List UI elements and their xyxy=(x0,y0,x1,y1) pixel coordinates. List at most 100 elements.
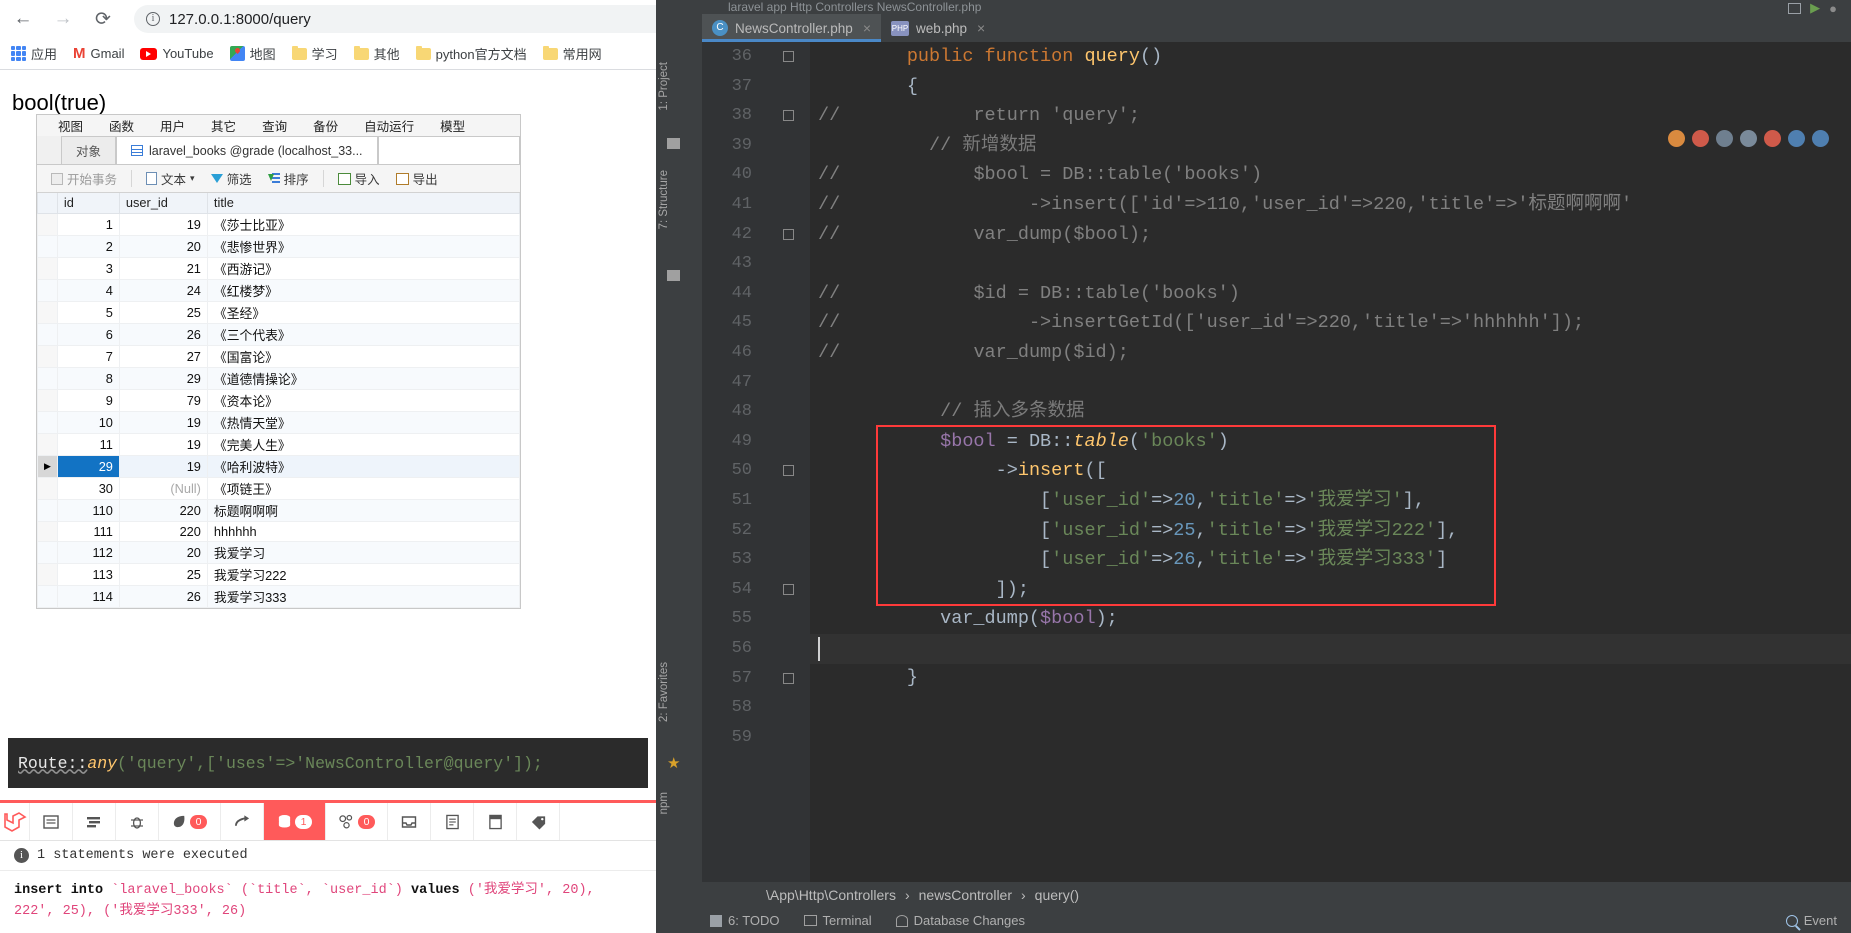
editor-tab-web[interactable]: PHP web.php × xyxy=(881,14,995,42)
bookmark-study[interactable]: 学习 xyxy=(291,44,338,63)
debugbar-tab-session[interactable] xyxy=(474,803,517,840)
breadcrumb-class[interactable]: newsController xyxy=(919,887,1012,903)
cell-user-id[interactable]: 19 xyxy=(118,410,208,434)
column-header-id[interactable]: id xyxy=(56,193,120,214)
code-line[interactable] xyxy=(810,368,1851,398)
cell-user-id[interactable]: 20 xyxy=(118,234,208,258)
code-line[interactable]: // var_dump($bool); xyxy=(810,220,1851,250)
menu-item-other[interactable]: 其它 xyxy=(198,116,249,135)
code-line[interactable]: public function query() xyxy=(810,42,1851,72)
table-row[interactable]: 111 220 hhhhhh xyxy=(37,520,520,543)
row-marker[interactable] xyxy=(37,541,58,565)
debugbar-tab-mails[interactable] xyxy=(388,803,431,840)
code-line[interactable]: ->insert([ xyxy=(810,456,1851,486)
debugbar-tab-queries[interactable]: 1 xyxy=(264,803,326,840)
row-marker[interactable] xyxy=(37,498,58,522)
status-terminal[interactable]: Terminal xyxy=(803,913,872,928)
close-icon[interactable]: × xyxy=(863,20,871,36)
row-marker[interactable] xyxy=(37,278,58,302)
cell-title[interactable]: 《悲惨世界》 xyxy=(206,234,520,258)
cell-user-id[interactable]: 19 xyxy=(118,212,208,236)
cell-title[interactable]: 《热情天堂》 xyxy=(206,410,520,434)
cell-user-id[interactable]: 21 xyxy=(118,256,208,280)
cell-user-id[interactable]: 25 xyxy=(118,300,208,324)
sort-button[interactable]: 排序 xyxy=(262,167,315,190)
cell-id[interactable]: 113 xyxy=(56,563,120,587)
table-row[interactable]: 4 24 《红楼梦》 xyxy=(37,278,520,302)
close-icon[interactable]: × xyxy=(977,20,985,36)
row-marker[interactable] xyxy=(37,432,58,456)
tool-window-npm[interactable]: npm xyxy=(658,792,670,814)
debugbar-tab-exceptions[interactable] xyxy=(116,803,159,840)
row-marker[interactable] xyxy=(37,212,58,236)
code-line[interactable] xyxy=(810,723,1851,753)
cell-user-id[interactable]: 24 xyxy=(118,278,208,302)
code-line[interactable]: ['user_id'=>25,'title'=>'我爱学习222'], xyxy=(810,516,1851,546)
code-line[interactable]: // return 'query'; xyxy=(810,101,1851,131)
begin-transaction-button[interactable]: 开始事务 xyxy=(45,167,123,190)
cell-id[interactable]: 10 xyxy=(56,410,120,434)
menu-item-user[interactable]: 用户 xyxy=(147,116,198,135)
fold-marker-icon[interactable] xyxy=(783,110,794,122)
cell-title[interactable]: 《圣经》 xyxy=(206,300,520,324)
bookmark-gmail[interactable]: M Gmail xyxy=(73,46,124,61)
cell-user-id[interactable]: 220 xyxy=(118,520,208,543)
code-line[interactable]: ]); xyxy=(810,575,1851,605)
cell-id[interactable]: 5 xyxy=(56,300,120,324)
cell-user-id[interactable]: 79 xyxy=(118,388,208,412)
code-line[interactable]: ['user_id'=>20,'title'=>'我爱学习'], xyxy=(810,486,1851,516)
bookmark-apps[interactable]: 应用 xyxy=(11,44,57,63)
code-line[interactable] xyxy=(810,693,1851,723)
row-marker[interactable]: ▶ xyxy=(37,454,58,478)
cell-user-id[interactable]: 19 xyxy=(118,454,208,478)
code-line[interactable]: var_dump($bool); xyxy=(810,604,1851,634)
table-row[interactable]: 2 20 《悲惨世界》 xyxy=(37,234,520,258)
status-event-log[interactable]: Event xyxy=(1785,913,1837,928)
cell-id[interactable]: 8 xyxy=(56,366,120,390)
row-marker[interactable] xyxy=(37,410,58,434)
cell-id[interactable]: 112 xyxy=(56,541,120,565)
menu-item-model[interactable]: 模型 xyxy=(427,116,478,135)
cell-id[interactable]: 114 xyxy=(56,585,120,608)
import-button[interactable]: 导入 xyxy=(332,167,386,190)
code-line[interactable]: // 插入多条数据 xyxy=(810,397,1851,427)
chevron-down-icon[interactable]: ▾ xyxy=(190,173,195,184)
back-button[interactable]: ← xyxy=(10,6,36,32)
code-line[interactable]: $bool = DB::table('books') xyxy=(810,427,1851,457)
cell-title[interactable]: 标题啊啊啊 xyxy=(206,498,520,522)
code-line[interactable]: // $bool = DB::table('books') xyxy=(810,160,1851,190)
cell-title[interactable]: 《完美人生》 xyxy=(206,432,520,456)
table-row[interactable]: 6 26 《三个代表》 xyxy=(37,322,520,346)
table-row[interactable]: ▶ 29 19 《哈利波特》 xyxy=(37,454,520,478)
breadcrumb-namespace[interactable]: \App\Http\Controllers xyxy=(766,887,896,903)
code-line[interactable]: { xyxy=(810,72,1851,102)
fold-marker-icon[interactable] xyxy=(783,228,794,240)
debugbar-tab-views[interactable]: 0 xyxy=(159,803,221,840)
debugbar-tab-tag[interactable] xyxy=(517,803,560,840)
tool-window-favorites[interactable]: 2: Favorites xyxy=(658,662,670,722)
fold-marker-icon[interactable] xyxy=(783,672,794,684)
cell-title[interactable]: 《国富论》 xyxy=(206,344,520,368)
menu-item-backup[interactable]: 备份 xyxy=(300,116,351,135)
row-marker[interactable] xyxy=(37,322,58,346)
cell-user-id[interactable]: 19 xyxy=(118,432,208,456)
table-row[interactable]: 30 (Null) 《项链王》 xyxy=(37,476,520,500)
row-marker[interactable] xyxy=(37,300,58,324)
cell-user-id[interactable]: 27 xyxy=(118,344,208,368)
cell-id[interactable]: 11 xyxy=(56,432,120,456)
cell-title[interactable]: hhhhhh xyxy=(206,520,520,543)
table-row[interactable]: 10 19 《热情天堂》 xyxy=(37,410,520,434)
bookmark-common[interactable]: 常用网 xyxy=(542,44,602,63)
code-line[interactable]: // var_dump($id); xyxy=(810,338,1851,368)
cell-id[interactable]: 111 xyxy=(56,520,120,543)
cell-id[interactable]: 110 xyxy=(56,498,120,522)
forward-button[interactable]: → xyxy=(50,6,76,32)
table-row[interactable]: 1 19 《莎士比亚》 xyxy=(37,212,520,236)
cell-title[interactable]: 我爱学习 xyxy=(206,541,520,565)
table-row[interactable]: 9 79 《资本论》 xyxy=(37,388,520,412)
menu-item-autorun[interactable]: 自动运行 xyxy=(351,116,427,135)
editor-tab-newscontroller[interactable]: C NewsController.php × xyxy=(702,14,881,42)
cell-user-id[interactable]: 29 xyxy=(118,366,208,390)
table-row[interactable]: 113 25 我爱学习222 xyxy=(37,563,520,587)
cell-title[interactable]: 《西游记》 xyxy=(206,256,520,280)
